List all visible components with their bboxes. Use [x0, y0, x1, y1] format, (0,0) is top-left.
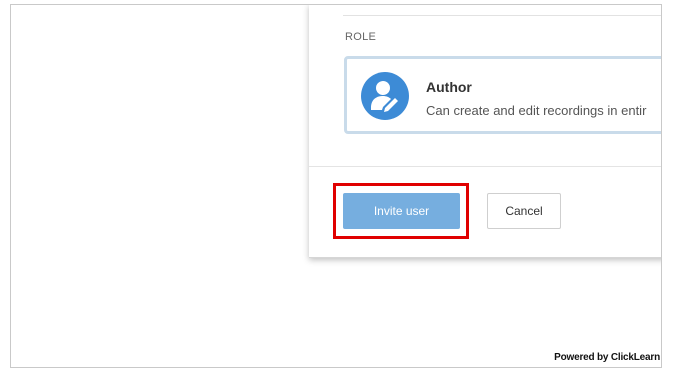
highlight-box	[333, 183, 469, 239]
cancel-button[interactable]: Cancel	[487, 193, 561, 229]
footer-divider	[309, 166, 661, 167]
role-title: Author	[426, 79, 472, 95]
screenshot-frame: ROLE Author Can create and edit recordin…	[10, 4, 662, 368]
user-edit-icon	[361, 72, 409, 120]
section-divider	[343, 15, 661, 16]
invite-user-dialog: ROLE Author Can create and edit recordin…	[309, 5, 661, 258]
role-description: Can create and edit recordings in entir	[426, 103, 647, 118]
role-section-label: ROLE	[345, 31, 377, 43]
watermark: Powered by ClickLearn	[554, 352, 660, 363]
role-option-author[interactable]: Author Can create and edit recordings in…	[344, 56, 661, 134]
